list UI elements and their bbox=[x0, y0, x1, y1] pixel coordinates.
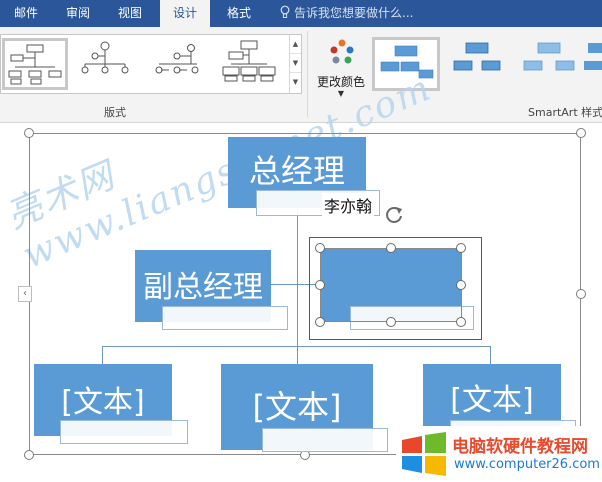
connector-trunk bbox=[297, 208, 298, 346]
node-child-2-text: [文本] bbox=[252, 388, 342, 426]
node-handle-b[interactable] bbox=[386, 317, 396, 327]
node-child-3-text: [文本] bbox=[450, 383, 534, 418]
style-option-3[interactable] bbox=[518, 37, 586, 91]
style-gradient-icon bbox=[523, 42, 575, 71]
style-partial-icon bbox=[584, 43, 602, 70]
org-chart-layout-icon bbox=[8, 44, 62, 85]
frame-handle-bl[interactable] bbox=[24, 450, 34, 460]
tab-review[interactable]: 审阅 bbox=[58, 0, 98, 27]
layout-option-3[interactable] bbox=[147, 38, 213, 90]
node-handle-l[interactable] bbox=[315, 280, 325, 290]
frame-handle-r[interactable] bbox=[576, 289, 586, 299]
connector-drop-2 bbox=[297, 346, 298, 364]
gallery-up-icon[interactable]: ▲ bbox=[290, 35, 301, 54]
node-handle-bl[interactable] bbox=[315, 317, 325, 327]
tab-view[interactable]: 视图 bbox=[110, 0, 150, 27]
tab-format[interactable]: 格式 bbox=[218, 0, 260, 27]
frame-handle-tr[interactable] bbox=[576, 128, 586, 138]
lightbulb-icon bbox=[280, 5, 290, 18]
name-title-chart-icon bbox=[81, 41, 129, 74]
tell-me-text: 告诉我您想要做什么... bbox=[294, 6, 414, 20]
node-handle-t[interactable] bbox=[386, 243, 396, 253]
tab-design[interactable]: 设计 bbox=[160, 0, 210, 27]
tab-mailings[interactable]: 邮件 bbox=[6, 0, 46, 27]
windows-logo-icon bbox=[402, 432, 446, 476]
connector-drop-1 bbox=[102, 346, 103, 364]
layout-option-2[interactable] bbox=[75, 38, 141, 90]
ribbon-tab-bar: 邮件 审阅 视图 设计 格式 告诉我您想要做什么... bbox=[0, 0, 602, 27]
node-child-1-text: [文本] bbox=[61, 385, 145, 420]
node-deputy-manager-subbox[interactable] bbox=[162, 306, 288, 330]
logo-url: www.computer26.com bbox=[454, 457, 600, 472]
logo-title: 电脑软硬件教程网 bbox=[452, 437, 588, 457]
style-option-4[interactable] bbox=[584, 37, 602, 91]
frame-handle-tl[interactable] bbox=[24, 128, 34, 138]
half-circle-chart-icon bbox=[155, 44, 199, 74]
text-pane-toggle-icon[interactable]: ‹ bbox=[18, 286, 32, 302]
node-child-1-subbox[interactable] bbox=[60, 420, 188, 444]
connector-drop-3 bbox=[490, 346, 491, 364]
node-handle-br[interactable] bbox=[456, 317, 466, 327]
node-handle-tr[interactable] bbox=[456, 243, 466, 253]
layout-option-1[interactable] bbox=[2, 38, 68, 90]
selected-node-bounds bbox=[320, 248, 462, 322]
site-logo: 电脑软硬件教程网 www.computer26.com bbox=[396, 426, 602, 482]
styles-group-label: SmartArt 样式 bbox=[528, 106, 602, 119]
name-label: 李亦翰 bbox=[322, 193, 375, 217]
node-general-manager-text: 总经理 bbox=[248, 152, 345, 190]
layouts-group-label: 版式 bbox=[104, 106, 126, 119]
rotate-handle-icon[interactable] bbox=[383, 204, 405, 226]
node-handle-r[interactable] bbox=[456, 280, 466, 290]
node-deputy-manager-text: 副总经理 bbox=[143, 270, 263, 305]
node-handle-tl[interactable] bbox=[315, 243, 325, 253]
node-child-2-subbox[interactable] bbox=[262, 428, 388, 452]
